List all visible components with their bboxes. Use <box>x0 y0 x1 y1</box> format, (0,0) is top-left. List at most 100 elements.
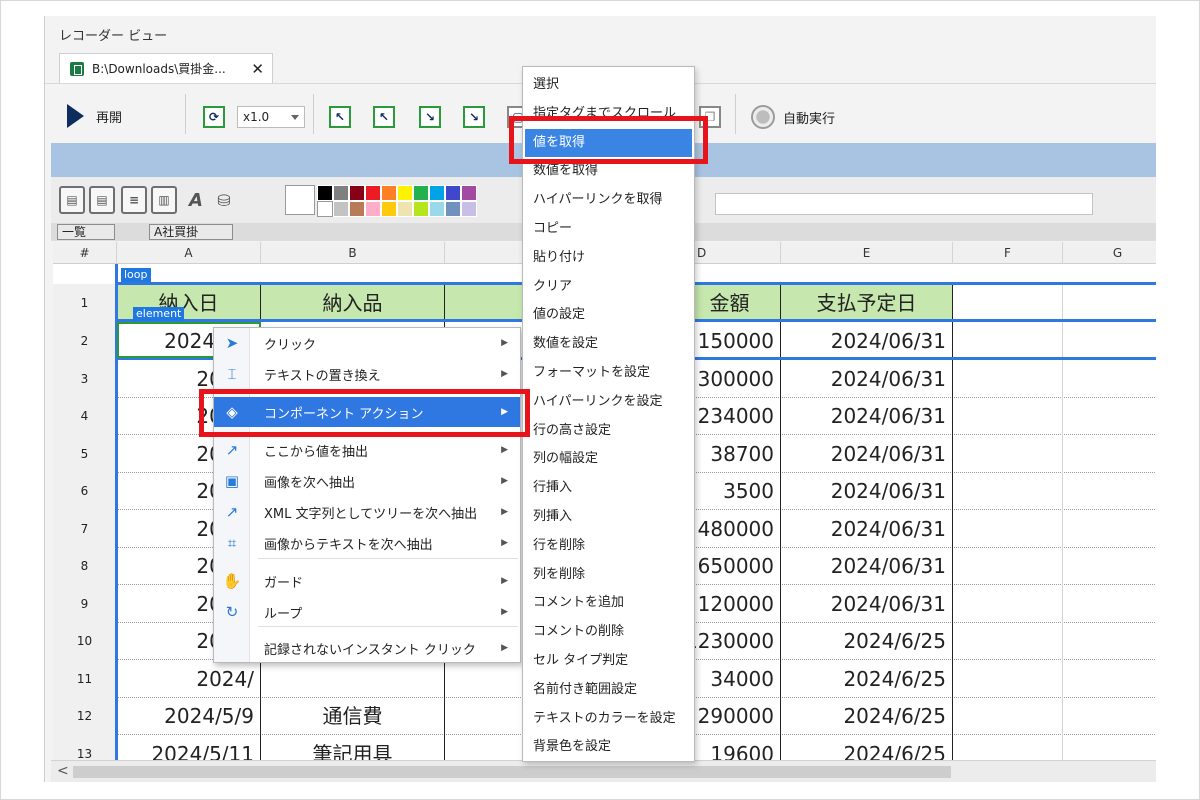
scroll-thumb[interactable] <box>73 766 951 778</box>
cell-e[interactable]: 2024/06/31 <box>781 547 953 585</box>
context-menu-item[interactable]: ↗ XML 文字列としてツリーを次へ抽出 ▶ <box>214 497 520 527</box>
cell-g[interactable] <box>1063 660 1156 698</box>
cell-g[interactable] <box>1063 322 1156 360</box>
current-color-swatch[interactable] <box>285 185 315 215</box>
row-number[interactable]: 1 <box>53 284 117 322</box>
resume-button[interactable]: 再開 <box>67 104 122 128</box>
cell-g[interactable] <box>1063 397 1156 435</box>
cell-e[interactable]: 2024/6/25 <box>781 697 953 735</box>
submenu-item[interactable]: 背景色を設定 <box>525 733 692 761</box>
font-icon[interactable]: A <box>183 186 209 214</box>
cell-f[interactable] <box>953 397 1063 435</box>
submenu-item[interactable]: コピー <box>525 215 692 243</box>
move-down-icon[interactable]: ↘ <box>419 106 441 128</box>
submenu-item[interactable]: 行の高さ設定 <box>525 417 692 445</box>
row-number[interactable]: 2 <box>53 322 117 360</box>
row-number[interactable]: 9 <box>53 584 117 623</box>
column-header[interactable]: B <box>261 242 445 264</box>
copy-window-icon[interactable]: ❐ <box>699 106 721 128</box>
cell-e[interactable]: 支払予定日 <box>781 284 953 322</box>
context-menu-item[interactable]: ⌶ テキストの置き換え ▶ <box>214 359 520 389</box>
fill-bucket-icon[interactable]: ⛁ <box>211 186 237 214</box>
column-header[interactable]: G <box>1063 242 1156 264</box>
submenu-item[interactable]: 選択 <box>525 71 692 99</box>
submenu-item[interactable]: 貼り付け <box>525 244 692 272</box>
submenu-item[interactable]: テキストのカラーを設定 <box>525 705 692 733</box>
cell-f[interactable] <box>953 322 1063 360</box>
cell-g[interactable] <box>1063 622 1156 660</box>
context-menu-item[interactable]: ▣ 画像を次へ抽出 ▶ <box>214 466 520 496</box>
submenu-item[interactable]: 列挿入 <box>525 503 692 531</box>
move-up-left-icon[interactable]: ↖ <box>329 106 351 128</box>
horizontal-scrollbar[interactable]: < <box>51 760 1156 782</box>
row-number[interactable]: 11 <box>53 659 117 698</box>
submenu-item[interactable]: 名前付き範囲設定 <box>525 676 692 704</box>
submenu-item[interactable]: 列の幅設定 <box>525 445 692 473</box>
row-number[interactable]: 4 <box>53 397 117 435</box>
color-palette[interactable] <box>317 185 493 217</box>
context-menu-item[interactable]: ↻ ループ ▶ <box>214 597 520 627</box>
cell-a[interactable]: 2024/ <box>117 659 261 698</box>
submenu-item[interactable]: コメントを追加 <box>525 589 692 617</box>
cell-e[interactable]: 2024/6/25 <box>781 659 953 698</box>
cell-g[interactable] <box>1063 547 1156 585</box>
column-header[interactable]: F <box>953 242 1063 264</box>
context-menu-item[interactable]: ✋ ガード ▶ <box>214 566 520 596</box>
submenu-item[interactable]: フォーマットを設定 <box>525 359 692 387</box>
submenu-item[interactable]: セル タイプ判定 <box>525 647 692 675</box>
submenu-item[interactable]: クリア <box>525 273 692 301</box>
column-header[interactable]: A <box>117 242 261 264</box>
context-menu-item[interactable]: ➤ クリック ▶ <box>214 328 520 358</box>
context-menu-item[interactable]: 記録されないインスタント クリック ▶ <box>214 633 520 663</box>
cell-g[interactable] <box>1063 585 1156 623</box>
cell-b[interactable]: 通信費 <box>261 697 445 735</box>
cell-f[interactable] <box>953 434 1063 473</box>
cell-e[interactable]: 2024/06/31 <box>781 359 953 398</box>
save-as-icon[interactable]: ▤ <box>89 186 115 214</box>
cell-g[interactable] <box>1063 735 1156 763</box>
cell-e[interactable]: 2024/06/31 <box>781 434 953 473</box>
cell-b[interactable] <box>261 659 445 698</box>
cell-f[interactable] <box>953 547 1063 585</box>
row-number[interactable]: 10 <box>53 622 117 660</box>
move-up-icon[interactable]: ↖ <box>373 106 395 128</box>
cell-e[interactable]: 2024/06/31 <box>781 472 953 510</box>
cell-e[interactable]: 2024/06/31 <box>781 397 953 435</box>
cell-g[interactable] <box>1063 284 1156 322</box>
formula-field[interactable] <box>715 193 1093 215</box>
context-menu-item[interactable]: ↗ ここから値を抽出 ▶ <box>214 435 520 465</box>
cell-e[interactable]: 2024/06/31 <box>781 322 953 360</box>
cell-f[interactable] <box>953 359 1063 398</box>
cell-g[interactable] <box>1063 510 1156 548</box>
cell-g[interactable] <box>1063 472 1156 510</box>
row-number[interactable]: 8 <box>53 547 117 585</box>
speed-select[interactable]: x1.0 <box>237 106 305 128</box>
submenu-item[interactable]: 行を削除 <box>525 532 692 560</box>
cell-f[interactable] <box>953 584 1063 623</box>
cell-f[interactable] <box>953 697 1063 735</box>
document-tab[interactable]: B:\Downloads\買掛金... ✕ <box>59 53 273 83</box>
auto-run-button[interactable]: 自動実行 <box>751 105 835 129</box>
clipboard-icon[interactable]: ▥ <box>151 186 177 214</box>
cell-g[interactable] <box>1063 697 1156 735</box>
context-menu-item[interactable]: ⌗ 画像からテキストを次へ抽出 ▶ <box>214 528 520 558</box>
cell-b[interactable]: 筆記用具 <box>261 734 445 762</box>
submenu-item[interactable]: 列を削除 <box>525 561 692 589</box>
context-menu-item[interactable]: ◈ コンポーネント アクション ▶ <box>214 397 520 427</box>
document-icon[interactable]: ≡ <box>121 186 147 214</box>
submenu-item[interactable]: 行挿入 <box>525 474 692 502</box>
move-down-right-icon[interactable]: ↘ <box>463 106 485 128</box>
cell-f[interactable] <box>953 284 1063 322</box>
cell-e[interactable]: 2024/06/31 <box>781 584 953 623</box>
row-number[interactable]: 7 <box>53 509 117 548</box>
submenu-item[interactable]: 指定タグまでスクロール <box>525 100 692 128</box>
submenu-item[interactable]: ハイパーリンクを取得 <box>525 186 692 214</box>
row-number[interactable]: 13 <box>53 734 117 762</box>
cell-f[interactable] <box>953 509 1063 548</box>
cell-e[interactable]: 2024/6/25 <box>781 622 953 660</box>
close-tab-icon[interactable]: ✕ <box>251 60 264 78</box>
submenu-item[interactable]: 数値を取得 <box>525 157 692 185</box>
cell-b[interactable]: 納入品 <box>261 284 445 322</box>
sheet-tab-a[interactable]: A社買掛 <box>149 224 233 240</box>
row-number[interactable]: 3 <box>53 359 117 398</box>
